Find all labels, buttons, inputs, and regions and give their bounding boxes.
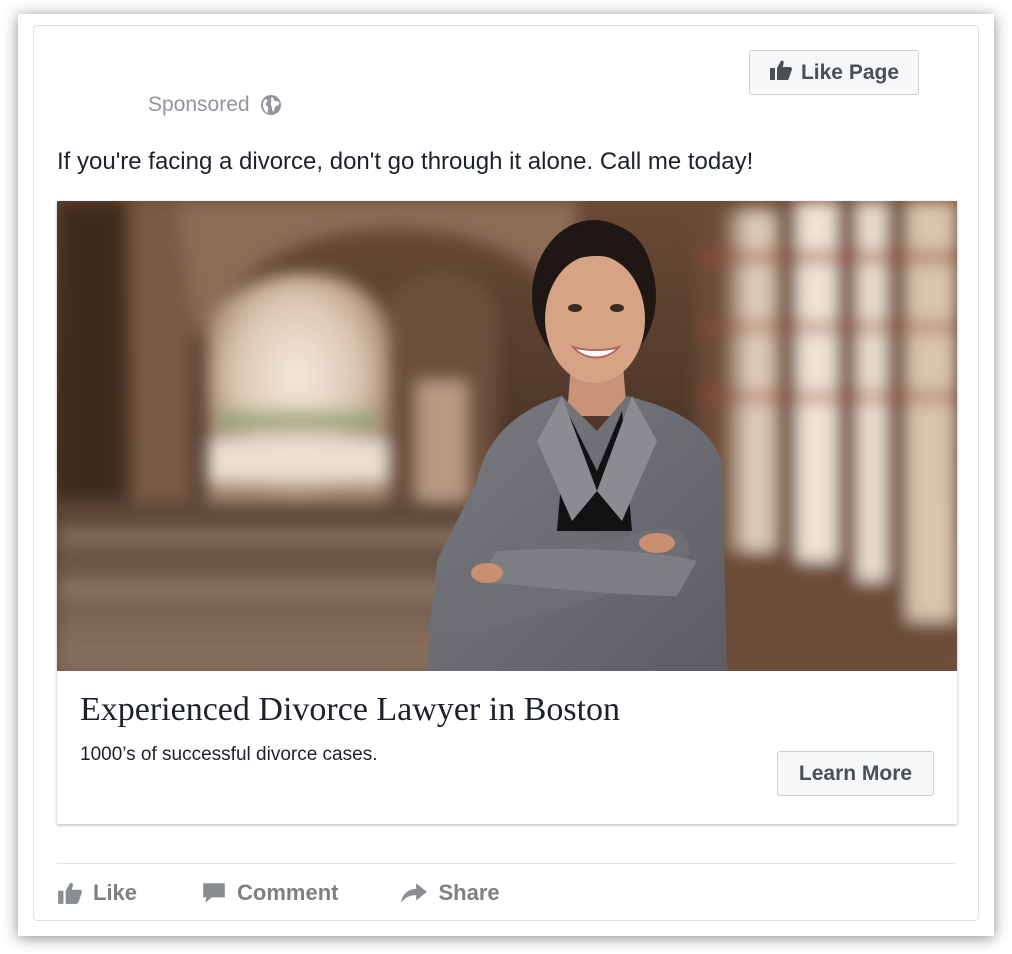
actions-divider: [57, 863, 957, 864]
comment-button[interactable]: Comment: [201, 880, 338, 906]
ad-unit[interactable]: Experienced Divorce Lawyer in Boston 100…: [57, 201, 957, 824]
learn-more-button[interactable]: Learn More: [777, 751, 934, 796]
like-label: Like: [93, 880, 138, 905]
comment-label: Comment: [237, 880, 339, 905]
speech-bubble-icon: [201, 881, 227, 905]
share-arrow-icon: [400, 881, 428, 905]
post-actions-bar: Like Comment Share: [57, 876, 500, 910]
post-text: If you're facing a divorce, don't go thr…: [57, 148, 754, 175]
ad-headline[interactable]: Experienced Divorce Lawyer in Boston: [80, 691, 620, 729]
thumbs-up-icon: [769, 59, 793, 87]
like-page-label: Like Page: [800, 60, 900, 84]
sponsored-indicator[interactable]: Sponsored: [148, 93, 282, 117]
share-label: Share: [438, 880, 500, 905]
like-button[interactable]: Like: [57, 880, 137, 906]
ad-image[interactable]: [57, 201, 957, 671]
globe-icon: [260, 94, 282, 116]
sponsored-label: Sponsored: [148, 93, 250, 116]
thumbs-up-icon: [57, 881, 83, 905]
ad-description: 1000’s of successful divorce cases.: [80, 744, 378, 765]
share-button[interactable]: Share: [400, 880, 500, 906]
like-page-button[interactable]: Like Page: [749, 50, 919, 95]
